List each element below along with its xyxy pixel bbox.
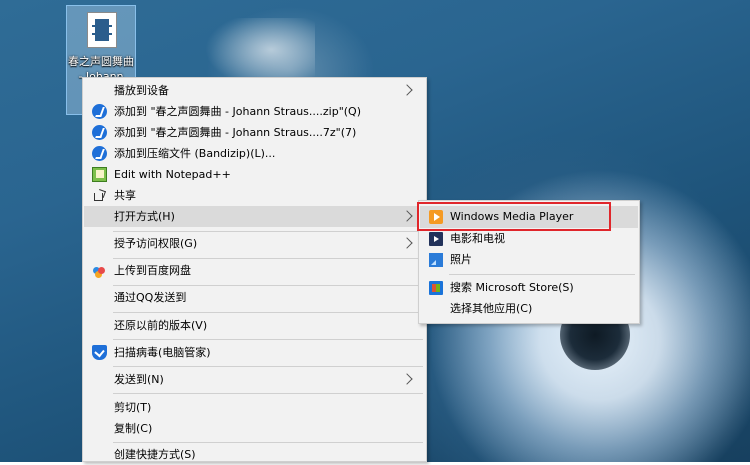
submenu-item-photos[interactable]: 照片: [420, 249, 638, 271]
menu-separator: [113, 285, 423, 286]
submenu-item-search-store[interactable]: 搜索 Microsoft Store(S): [420, 277, 638, 299]
menu-item-label: 授予访问权限(G): [114, 237, 198, 250]
share-icon: [92, 188, 107, 203]
menu-item-label: Edit with Notepad++: [114, 168, 231, 181]
menu-item-grant-access[interactable]: 授予访问权限(G): [84, 233, 425, 254]
microsoft-store-icon: [429, 281, 443, 295]
menu-item-restore-versions[interactable]: 还原以前的版本(V): [84, 315, 425, 336]
submenu-item-label: 照片: [450, 253, 472, 266]
chevron-right-icon: [401, 237, 413, 249]
menu-separator: [113, 366, 423, 367]
menu-separator: [113, 258, 423, 259]
menu-item-add-zip[interactable]: 添加到 "春之声圆舞曲 - Johann Straus....zip"(Q): [84, 101, 425, 122]
submenu-item-label: 搜索 Microsoft Store(S): [450, 281, 574, 294]
menu-item-label: 复制(C): [114, 422, 153, 435]
menu-separator: [113, 312, 423, 313]
menu-item-label: 通过QQ发送到: [114, 291, 187, 304]
menu-item-upload-baidu[interactable]: 上传到百度网盘: [84, 260, 425, 281]
menu-item-cut[interactable]: 剪切(T): [84, 397, 425, 418]
submenu-item-movies-tv[interactable]: 电影和电视: [420, 228, 638, 250]
menu-item-cast-to-device[interactable]: 播放到设备: [84, 80, 425, 101]
notepad-plus-plus-icon: [92, 167, 107, 182]
shield-icon: [92, 345, 107, 360]
submenu-item-label: 选择其他应用(C): [450, 302, 533, 315]
menu-separator: [113, 231, 423, 232]
photos-icon: [429, 253, 443, 267]
menu-item-label: 扫描病毒(电脑管家): [114, 346, 211, 359]
bandizip-icon: [92, 125, 107, 140]
menu-item-label: 播放到设备: [114, 84, 169, 97]
menu-item-add-7z[interactable]: 添加到 "春之声圆舞曲 - Johann Straus....7z"(7): [84, 122, 425, 143]
bandizip-icon: [92, 104, 107, 119]
menu-separator: [113, 339, 423, 340]
menu-item-label: 发送到(N): [114, 373, 164, 386]
menu-item-label: 添加到 "春之声圆舞曲 - Johann Straus....7z"(7): [114, 126, 357, 139]
menu-item-open-with[interactable]: 打开方式(H): [84, 206, 425, 227]
menu-item-label: 添加到压缩文件 (Bandizip)(L)...: [114, 147, 276, 160]
menu-item-send-to[interactable]: 发送到(N): [84, 369, 425, 390]
menu-item-label: 添加到 "春之声圆舞曲 - Johann Straus....zip"(Q): [114, 105, 362, 118]
bandizip-icon: [92, 146, 107, 161]
chevron-right-icon: [401, 373, 413, 385]
movies-tv-icon: [429, 232, 443, 246]
menu-item-label: 打开方式(H): [114, 210, 175, 223]
menu-item-edit-notepad[interactable]: Edit with Notepad++: [84, 164, 425, 185]
menu-item-add-archive[interactable]: 添加到压缩文件 (Bandizip)(L)...: [84, 143, 425, 164]
menu-item-scan-virus[interactable]: 扫描病毒(电脑管家): [84, 342, 425, 363]
menu-separator: [449, 274, 635, 275]
video-file-icon: [87, 12, 117, 48]
context-menu: 播放到设备 添加到 "春之声圆舞曲 - Johann Straus....zip…: [82, 77, 427, 462]
menu-item-label: 上传到百度网盘: [114, 264, 191, 277]
menu-item-label: 共享: [114, 189, 136, 202]
baidu-netdisk-icon: [92, 263, 107, 278]
chevron-right-icon: [401, 84, 413, 96]
menu-separator: [113, 442, 423, 443]
menu-separator: [113, 393, 423, 394]
chevron-right-icon: [401, 210, 413, 222]
menu-item-send-via-qq[interactable]: 通过QQ发送到: [84, 287, 425, 308]
menu-item-label: 剪切(T): [114, 401, 152, 414]
menu-item-share[interactable]: 共享: [84, 185, 425, 206]
menu-item-label: 还原以前的版本(V): [114, 319, 208, 332]
menu-item-copy[interactable]: 复制(C): [84, 418, 425, 439]
submenu-item-label: 电影和电视: [450, 232, 505, 245]
submenu-item-choose-other-app[interactable]: 选择其他应用(C): [420, 298, 638, 320]
highlight-box: [417, 202, 611, 231]
